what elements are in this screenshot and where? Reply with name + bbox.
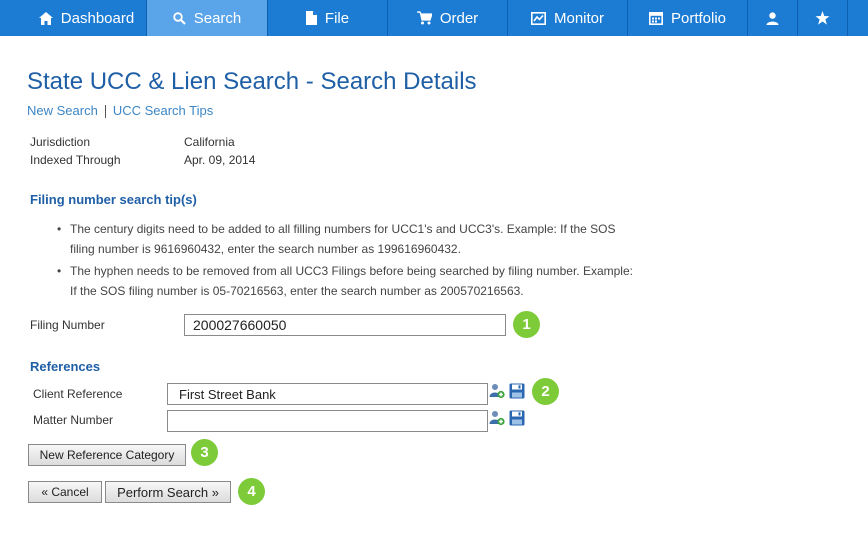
monitor-icon bbox=[530, 11, 546, 25]
step-badge-4: 4 bbox=[238, 478, 265, 505]
filing-number-input[interactable] bbox=[184, 314, 506, 336]
jurisdiction-label: Jurisdiction bbox=[30, 135, 91, 149]
search-icon bbox=[173, 11, 186, 25]
nav-portfolio[interactable]: Portfolio bbox=[628, 0, 748, 36]
nav-label: File bbox=[324, 9, 350, 27]
new-search-link[interactable]: New Search bbox=[27, 103, 98, 118]
filing-number-label: Filing Number bbox=[30, 318, 105, 332]
nav-label: Portfolio bbox=[670, 9, 727, 27]
nav-search[interactable]: Search bbox=[147, 0, 268, 36]
indexed-through-value: Apr. 09, 2014 bbox=[184, 153, 256, 167]
star-icon bbox=[815, 11, 830, 25]
nav-label: Order bbox=[439, 9, 479, 27]
link-divider bbox=[104, 105, 106, 119]
nav-label: Monitor bbox=[553, 9, 605, 27]
tips-heading: Filing number search tip(s) bbox=[30, 192, 197, 207]
ucc-search-tips-link[interactable]: UCC Search Tips bbox=[113, 103, 213, 118]
file-icon bbox=[305, 11, 317, 25]
client-reference-input[interactable] bbox=[167, 383, 488, 405]
perform-search-button[interactable]: Perform Search » bbox=[105, 481, 231, 503]
nav-order[interactable]: Order bbox=[388, 0, 508, 36]
references-heading: References bbox=[30, 359, 101, 374]
cart-icon bbox=[416, 11, 432, 25]
sub-navigation: New Search UCC Search Tips bbox=[27, 103, 213, 119]
nav-user[interactable] bbox=[748, 0, 798, 36]
top-navigation: Dashboard Search File Order Monitor Port… bbox=[0, 0, 868, 36]
page-title: State UCC & Lien Search - Search Details bbox=[27, 68, 477, 95]
tip-item: The hyphen needs to be removed from all … bbox=[57, 261, 637, 301]
new-reference-category-button[interactable]: New Reference Category bbox=[28, 444, 186, 466]
cancel-button[interactable]: « Cancel bbox=[28, 481, 102, 503]
tip-item: The century digits need to be added to a… bbox=[57, 219, 637, 259]
tips-list: The century digits need to be added to a… bbox=[57, 219, 637, 303]
add-user-icon[interactable] bbox=[489, 383, 505, 399]
nav-label: Search bbox=[193, 9, 242, 27]
home-icon bbox=[38, 11, 53, 25]
matter-number-input[interactable] bbox=[167, 410, 488, 432]
step-badge-1: 1 bbox=[513, 311, 540, 338]
jurisdiction-value: California bbox=[184, 135, 235, 149]
nav-favorites[interactable] bbox=[798, 0, 848, 36]
nav-dashboard[interactable]: Dashboard bbox=[27, 0, 147, 36]
save-icon[interactable] bbox=[509, 410, 525, 426]
user-icon bbox=[766, 11, 779, 25]
nav-label: Dashboard bbox=[60, 9, 135, 27]
save-icon[interactable] bbox=[509, 383, 525, 399]
step-badge-3: 3 bbox=[191, 439, 218, 466]
nav-monitor[interactable]: Monitor bbox=[508, 0, 628, 36]
step-badge-2: 2 bbox=[532, 378, 559, 405]
add-user-icon[interactable] bbox=[489, 410, 505, 426]
indexed-through-label: Indexed Through bbox=[30, 153, 121, 167]
client-reference-label: Client Reference bbox=[33, 387, 123, 401]
calendar-icon bbox=[648, 11, 663, 25]
matter-number-label: Matter Number bbox=[33, 413, 114, 427]
nav-file[interactable]: File bbox=[268, 0, 388, 36]
